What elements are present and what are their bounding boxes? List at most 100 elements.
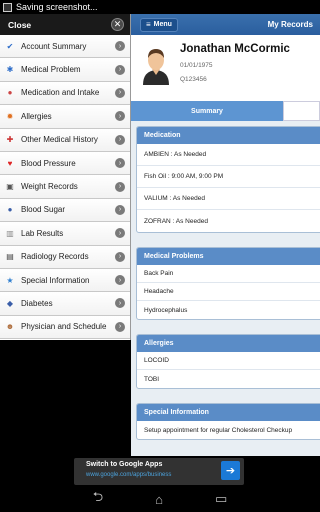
screenshot-icon [3, 2, 12, 12]
home-icon[interactable]: ⌂ [155, 492, 163, 507]
chevron-right-icon[interactable]: › [115, 87, 125, 98]
sidebar-item-label: Account Summary [21, 41, 87, 51]
scale-icon: ▣ [6, 182, 14, 192]
tab-bar: Summary [131, 101, 320, 121]
star-of-life-icon: ✱ [6, 65, 14, 75]
profile-card: Jonathan McCormic 01/01/1975 Q123456 [131, 35, 320, 101]
sidebar-item[interactable]: ● Blood Sugar › [0, 198, 130, 223]
list-item[interactable]: Back Pain [137, 265, 320, 283]
pill-icon: ● [7, 88, 13, 98]
heart-icon: ♥ [7, 158, 13, 168]
sidebar-item[interactable]: ✚ Other Medical History › [0, 128, 130, 152]
chevron-right-icon[interactable]: › [115, 321, 125, 332]
chevron-right-icon[interactable]: › [115, 204, 125, 215]
list-item[interactable]: AMBIEN : As Needed [137, 144, 320, 166]
sidebar-close-label[interactable]: Close [8, 20, 31, 30]
panel-title: Medication [137, 127, 320, 144]
panel-title: Special Information [137, 404, 320, 421]
sidebar-item[interactable]: ✔ Account Summary › [0, 35, 130, 59]
ad-url: www.google.com/apps/business [86, 472, 172, 478]
physician-icon: ☻ [5, 322, 15, 332]
recent-apps-icon[interactable]: ▭ [215, 491, 227, 507]
sidebar-header: Close ✕ [0, 14, 130, 35]
patient-id: Q123456 [180, 76, 207, 83]
system-nav-bar: ⮌ ⌂ ▭ [0, 486, 320, 512]
chevron-right-icon[interactable]: › [115, 298, 125, 309]
medication-panel: Medication AMBIEN : As Needed Fish Oil :… [136, 126, 320, 233]
chevron-right-icon[interactable]: › [115, 228, 125, 239]
sidebar-item-label: Blood Sugar [21, 205, 66, 215]
avatar-icon [143, 49, 169, 85]
ad-title: Switch to Google Apps [86, 461, 163, 468]
allergies-panel: Allergies LOCOID TOBI [136, 334, 320, 389]
sidebar-item-label: Medical Problem [21, 65, 81, 75]
lab-icon: ▥ [6, 228, 14, 238]
sidebar-item[interactable]: ◆ Diabetes › [0, 292, 130, 316]
close-icon[interactable]: ✕ [111, 18, 124, 31]
sidebar-item-label: Radiology Records [21, 252, 89, 262]
patient-name: Jonathan McCormic [180, 43, 290, 55]
chevron-right-icon[interactable]: › [115, 275, 125, 286]
problems-panel: Medical Problems Back Pain Headache Hydr… [136, 247, 320, 320]
sidebar-item-label: Other Medical History [21, 135, 98, 145]
menu-button[interactable]: ≡ Menu [140, 17, 178, 32]
menu-icon: ≡ [146, 20, 151, 29]
list-item[interactable]: LOCOID [137, 352, 320, 370]
patient-dob: 01/01/1975 [180, 62, 213, 69]
sidebar-item[interactable]: ♥ Blood Pressure › [0, 151, 130, 176]
list-item[interactable]: Hydrocephalus [137, 301, 320, 319]
sidebar-item-label: Physician and Schedule [21, 322, 107, 332]
arrow-right-icon[interactable]: ➔ [221, 461, 240, 480]
chevron-right-icon[interactable]: › [115, 134, 125, 145]
sidebar-item[interactable]: ▤ Radiology Records › [0, 245, 130, 269]
allergy-icon: ✹ [6, 111, 14, 121]
ad-banner[interactable]: Switch to Google Apps www.google.com/app… [74, 458, 244, 485]
chevron-right-icon[interactable]: › [115, 41, 125, 52]
tab-other[interactable] [283, 101, 320, 121]
ad-banner-area: Switch to Google Apps www.google.com/app… [0, 456, 320, 486]
list-item[interactable]: VALIUM : As Needed [137, 188, 320, 210]
tab-summary[interactable]: Summary [131, 101, 283, 121]
sidebar-menu: Close ✕ ✔ Account Summary › ✱ Medical Proble… [0, 14, 131, 340]
panel-title: Medical Problems [137, 248, 320, 265]
status-text: Saving screenshot... [16, 2, 98, 12]
chevron-right-icon[interactable]: › [115, 158, 125, 169]
xray-icon: ▤ [6, 252, 14, 262]
chevron-right-icon[interactable]: › [115, 64, 125, 75]
sidebar-item-label: Special Information [21, 275, 90, 285]
sidebar-item[interactable]: ● Medication and Intake › [0, 81, 130, 106]
page-title: My Records [267, 20, 313, 29]
list-item[interactable]: Fish Oil : 9:00 AM, 9:00 PM [137, 166, 320, 188]
diabetes-icon: ◆ [6, 298, 14, 308]
medical-bag-icon: ✚ [6, 135, 14, 145]
status-bar: Saving screenshot... [0, 0, 320, 14]
sidebar-list: ✔ Account Summary › ✱ Medical Problem › ● Medic… [0, 35, 130, 340]
chevron-right-icon[interactable]: › [115, 251, 125, 262]
list-item[interactable]: Headache [137, 283, 320, 301]
list-item[interactable]: ZOFRAN : As Needed [137, 210, 320, 232]
sidebar-item[interactable]: ▥ Lab Results › [0, 222, 130, 246]
sidebar-item-label: Lab Results [21, 228, 64, 238]
list-item[interactable]: TOBI [137, 370, 320, 388]
sidebar-item-label: Diabetes [21, 298, 53, 308]
sidebar-item[interactable]: ★ Special Information › [0, 268, 130, 293]
star-icon: ★ [6, 275, 14, 285]
menu-label: Menu [153, 21, 172, 28]
blood-drop-icon: ● [7, 205, 13, 215]
sidebar-item[interactable]: ✱ Medical Problem › [0, 58, 130, 82]
check-icon: ✔ [6, 41, 14, 51]
sidebar-item-label: Weight Records [21, 182, 78, 192]
list-item[interactable]: Setup appointment for regular Cholestero… [137, 421, 320, 439]
special-info-panel: Special Information Setup appointment fo… [136, 403, 320, 440]
back-icon[interactable]: ⮌ [93, 488, 103, 510]
main-content: ≡ Menu My Records Jonathan McCormic 01/0… [131, 14, 320, 456]
sidebar-item-label: Allergies [21, 111, 52, 121]
sidebar-item[interactable]: ✹ Allergies › [0, 105, 130, 129]
top-bar: ≡ Menu My Records [131, 14, 320, 35]
chevron-right-icon[interactable]: › [115, 111, 125, 122]
sidebar-item[interactable]: ▣ Weight Records › [0, 175, 130, 199]
sidebar-item-label: Medication and Intake [21, 88, 100, 98]
sidebar-item[interactable]: ☻ Physician and Schedule › [0, 315, 130, 340]
chevron-right-icon[interactable]: › [115, 181, 125, 192]
panel-title: Allergies [137, 335, 320, 352]
